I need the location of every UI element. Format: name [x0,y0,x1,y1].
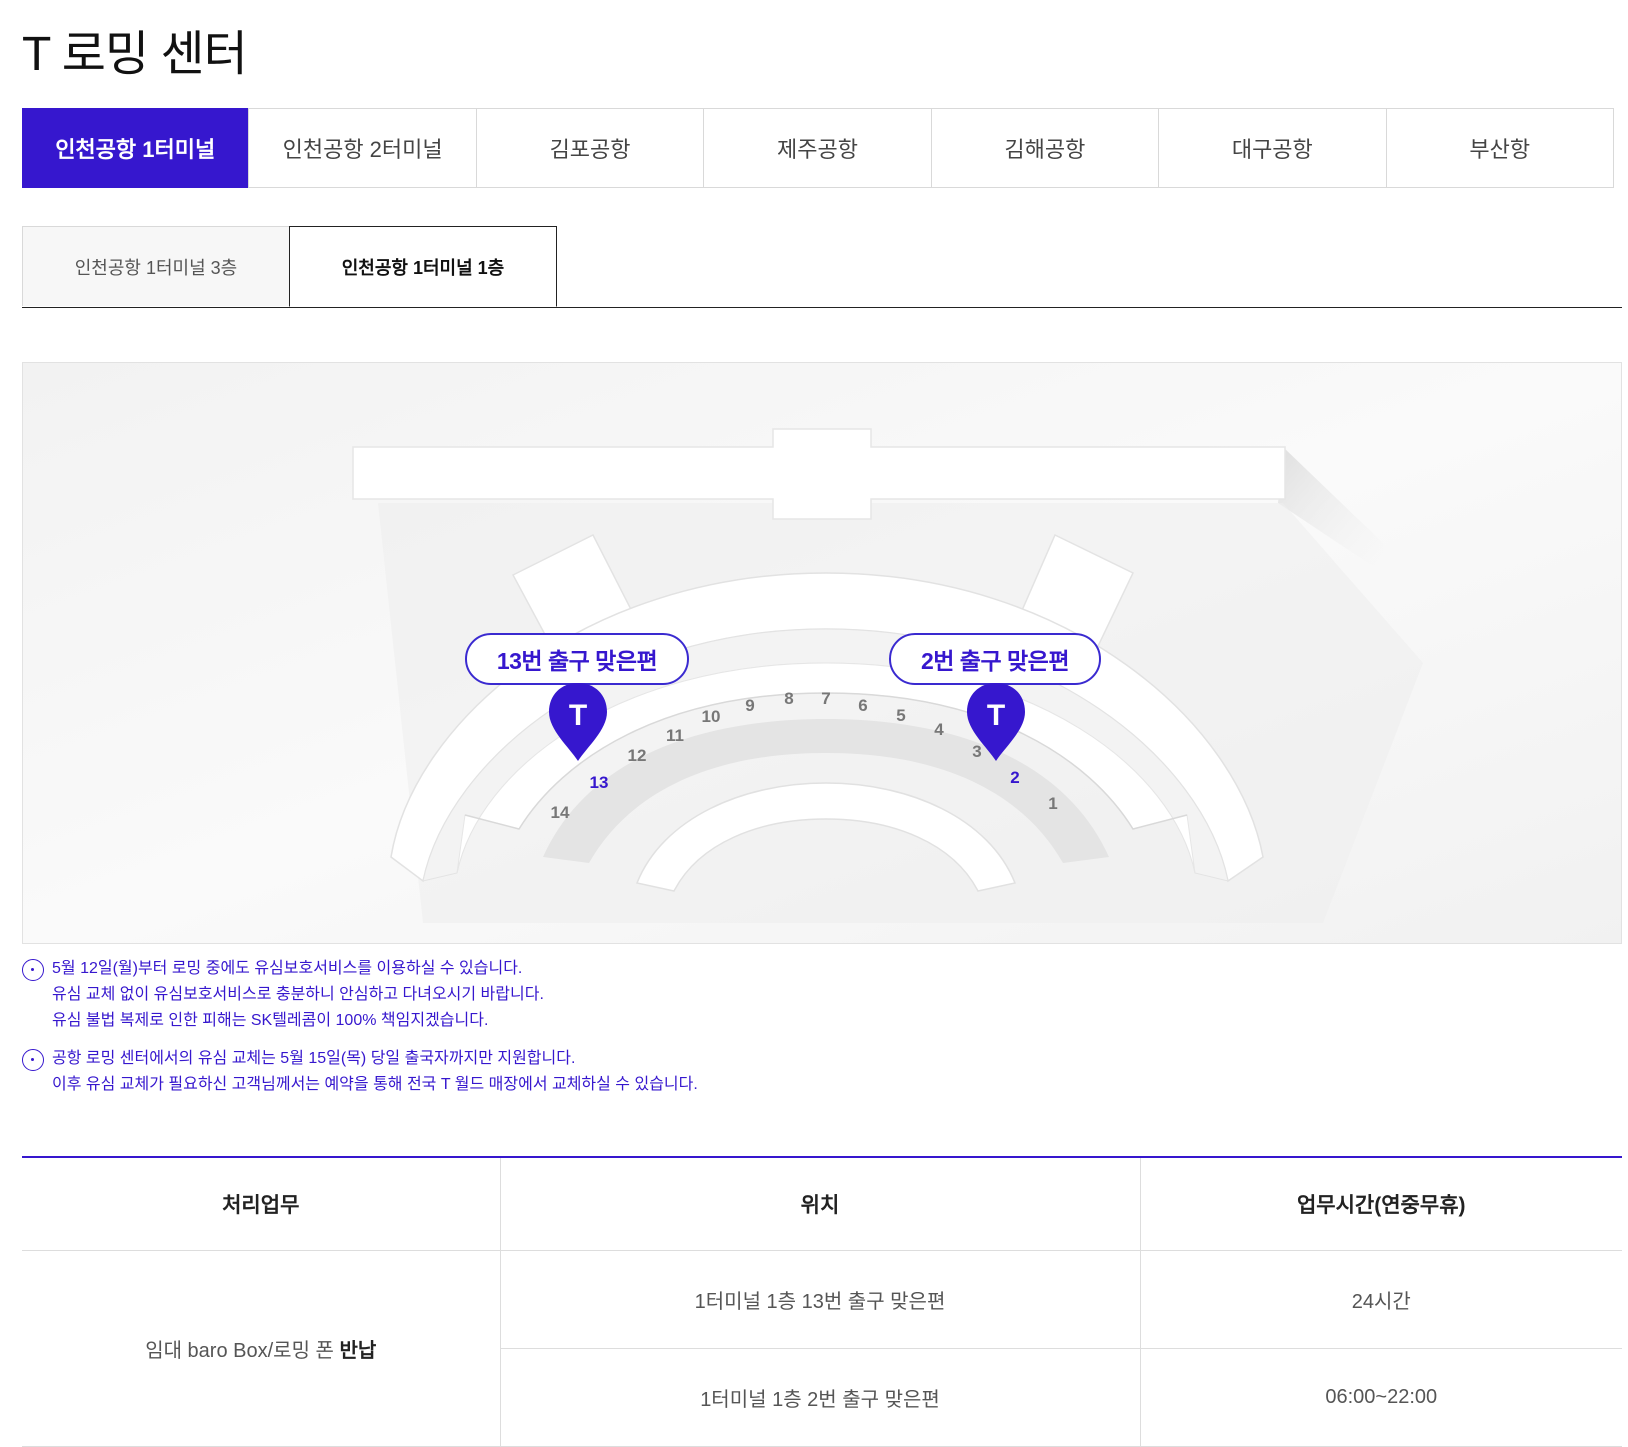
terminal-map: 14 13 12 11 10 9 8 7 6 5 4 3 2 1 13번 출구 … [22,362,1622,944]
location-cell: 1터미널 1층 2번 출구 맞은편 [499,1348,1140,1447]
page-title: T 로밍 센터 [22,28,248,81]
tab-busan-port[interactable]: 부산항 [1385,109,1613,187]
notices: 5월 12일(월)부터 로밍 중에도 유심보호서비스를 이용하실 수 있습니다.… [22,956,1622,1110]
table-header-row: 처리업무 위치 업무시간(연중무휴) [22,1157,1622,1251]
svg-text:T: T [569,699,587,732]
airport-tabs: 인천공항 1터미널 인천공항 2터미널 김포공항 제주공항 김해공항 대구공항 … [22,108,1614,188]
gate-13: 13 [590,773,609,792]
terminal-map-drawing: 14 13 12 11 10 9 8 7 6 5 4 3 2 1 [23,363,1621,943]
gate-8: 8 [784,689,793,708]
header-location: 위치 [499,1157,1140,1251]
tab-jeju[interactable]: 제주공항 [703,109,930,187]
location-label-gate-13: 13번 출구 맞은편 [465,633,689,685]
floor-tabs: 인천공항 1터미널 3층 인천공항 1터미널 1층 [22,226,1622,308]
service-table: 처리업무 위치 업무시간(연중무휴) 임대 baro Box/로밍 폰 반납 1… [22,1156,1622,1447]
hours-cell: 06:00~22:00 [1139,1348,1622,1447]
tab-floor-1[interactable]: 인천공항 1터미널 1층 [289,226,557,307]
gate-6: 6 [858,696,867,715]
header-hours: 업무시간(연중무휴) [1139,1157,1622,1251]
gate-1: 1 [1048,794,1057,813]
info-icon [22,1049,44,1071]
header-task: 처리업무 [22,1157,500,1251]
tab-incheon-t1[interactable]: 인천공항 1터미널 [22,108,249,188]
gate-12: 12 [628,746,647,765]
tab-floor-3[interactable]: 인천공항 1터미널 3층 [22,226,290,306]
location-label-gate-2: 2번 출구 맞은편 [889,633,1101,685]
location-cell: 1터미널 1층 13번 출구 맞은편 [499,1250,1140,1349]
page: T 로밍 센터 인천공항 1터미널 인천공항 2터미널 김포공항 제주공항 김해… [0,0,1628,1447]
gate-4: 4 [934,720,944,739]
notice-usim-protection: 5월 12일(월)부터 로밍 중에도 유심보호서비스를 이용하실 수 있습니다.… [22,956,1622,1034]
t-roaming-pin-icon[interactable]: T [547,681,609,763]
info-icon [22,959,44,981]
gate-2: 2 [1010,768,1019,787]
tab-incheon-t2[interactable]: 인천공항 2터미널 [248,109,475,187]
tab-gimpo[interactable]: 김포공항 [475,109,703,187]
gate-10: 10 [702,707,721,726]
svg-text:T: T [987,699,1005,732]
gate-7: 7 [821,689,830,708]
tab-gimhae[interactable]: 김해공항 [930,109,1158,187]
gate-14: 14 [551,803,570,822]
gate-9: 9 [745,696,754,715]
task-cell: 임대 baro Box/로밍 폰 반납 [22,1250,500,1447]
hours-cell: 24시간 [1139,1250,1622,1349]
gate-11: 11 [666,726,684,745]
gate-5: 5 [896,706,905,725]
notice-usim-replacement: 공항 로밍 센터에서의 유심 교체는 5월 15일(목) 당일 출국자까지만 지… [22,1046,1622,1098]
tab-daegu[interactable]: 대구공항 [1158,109,1385,187]
t-roaming-pin-icon[interactable]: T [965,681,1027,763]
table-row: 임대 baro Box/로밍 폰 반납 1터미널 1층 13번 출구 맞은편 2… [22,1250,1622,1447]
